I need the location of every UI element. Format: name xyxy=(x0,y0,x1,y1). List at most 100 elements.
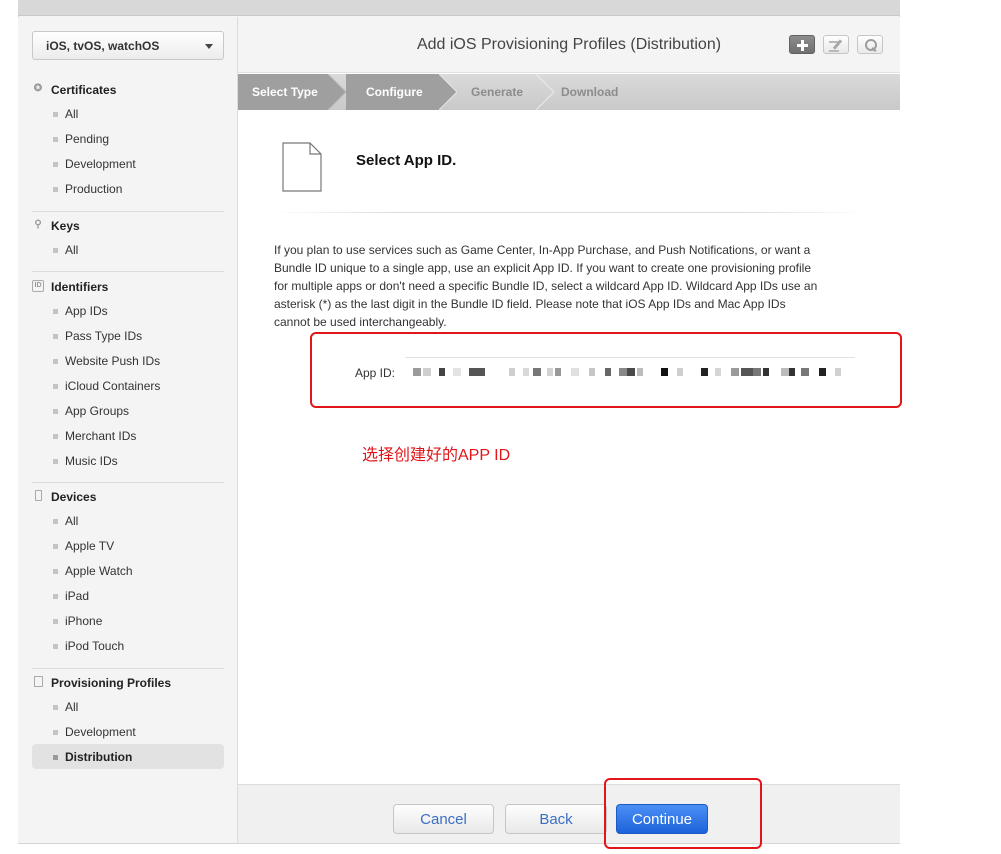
step-chevron-icon xyxy=(439,74,457,110)
bullet-icon xyxy=(53,544,58,549)
bullet-icon xyxy=(53,519,58,524)
sidebar-item-label: App IDs xyxy=(65,304,108,318)
sidebar-item-label: App Groups xyxy=(65,404,130,418)
section-heading: Select App ID. xyxy=(356,152,457,169)
sidebar-heading-devices: Devices xyxy=(32,486,224,508)
sidebar-item-label: Production xyxy=(65,182,123,196)
search-button[interactable] xyxy=(857,35,883,54)
sidebar-item-label: Apple Watch xyxy=(65,564,133,578)
sidebar-item-label: All xyxy=(65,514,79,528)
sidebar-divider xyxy=(32,211,224,212)
bullet-icon xyxy=(53,619,58,624)
sidebar-item-label: iPad xyxy=(65,589,90,603)
sidebar-section-identifiers: ID Identifiers App IDs Pass Type IDs Web… xyxy=(32,276,224,473)
sidebar-heading-label: Provisioning Profiles xyxy=(51,676,172,690)
document-icon xyxy=(32,676,44,688)
sidebar-item-app-ids[interactable]: App IDs xyxy=(32,298,224,323)
sidebar-heading-keys: ⚲ Keys xyxy=(32,215,224,237)
bullet-icon xyxy=(53,705,58,710)
main-panel: Add iOS Provisioning Profiles (Distribut… xyxy=(238,17,902,849)
sidebar-item-pending[interactable]: Pending xyxy=(32,126,224,151)
sidebar-item-label: Pending xyxy=(65,132,110,146)
step-select-type: Select Type xyxy=(238,74,328,110)
step-chevron-icon xyxy=(536,74,554,110)
sidebar: iOS, tvOS, watchOS ✪ Certificates All Pe… xyxy=(18,17,238,843)
sidebar-section-certificates: ✪ Certificates All Pending Development P… xyxy=(32,79,224,201)
annotation-highlight-box xyxy=(604,778,762,849)
sidebar-item-pass-type-ids[interactable]: Pass Type IDs xyxy=(32,323,224,348)
sidebar-item-icloud-containers[interactable]: iCloud Containers xyxy=(32,373,224,398)
sidebar-section-keys: ⚲ Keys All xyxy=(32,215,224,262)
bullet-icon xyxy=(53,248,58,253)
sidebar-item-distribution[interactable]: Distribution xyxy=(32,744,224,769)
sidebar-divider xyxy=(32,482,224,483)
sidebar-item-profiles-development[interactable]: Development xyxy=(32,719,224,744)
bullet-icon xyxy=(53,309,58,314)
sidebar-item-ipad[interactable]: iPad xyxy=(32,583,224,608)
sidebar-heading-label: Keys xyxy=(51,219,80,233)
sidebar-item-apple-watch[interactable]: Apple Watch xyxy=(32,558,224,583)
sidebar-section-devices: Devices All Apple TV Apple Watch iPad iP… xyxy=(32,486,224,658)
sidebar-item-label: All xyxy=(65,700,79,714)
platform-select-value: iOS, tvOS, watchOS xyxy=(46,39,160,53)
sidebar-item-website-push-ids[interactable]: Website Push IDs xyxy=(32,348,224,373)
step-chevron-icon xyxy=(328,74,346,110)
sidebar-item-label: Pass Type IDs xyxy=(65,329,143,343)
sidebar-item-label: Website Push IDs xyxy=(65,354,161,368)
bullet-icon xyxy=(53,569,58,574)
sidebar-item-label: Apple TV xyxy=(65,539,115,553)
description-text: If you plan to use services such as Game… xyxy=(274,243,818,329)
bullet-icon xyxy=(53,162,58,167)
sidebar-section-provisioning-profiles: Provisioning Profiles All Development Di… xyxy=(32,672,224,769)
step-generate: Generate xyxy=(471,85,524,99)
bullet-icon xyxy=(53,112,58,117)
platform-select[interactable]: iOS, tvOS, watchOS xyxy=(32,31,224,60)
sidebar-item-app-groups[interactable]: App Groups xyxy=(32,398,224,423)
sidebar-item-label: All xyxy=(65,243,79,257)
document-icon xyxy=(282,142,322,192)
sidebar-item-certificates-all[interactable]: All xyxy=(32,101,224,126)
sidebar-heading-label: Identifiers xyxy=(51,280,109,294)
id-card-icon: ID xyxy=(32,280,44,292)
sidebar-item-label: Merchant IDs xyxy=(65,429,137,443)
edit-button[interactable] xyxy=(823,35,849,54)
sidebar-item-label: iPod Touch xyxy=(65,639,125,653)
divider xyxy=(274,212,866,213)
device-icon xyxy=(32,490,44,502)
sidebar-item-label: Distribution xyxy=(65,750,133,764)
key-icon: ⚲ xyxy=(34,219,42,230)
sidebar-item-label: Music IDs xyxy=(65,454,118,468)
sidebar-item-keys-all[interactable]: All xyxy=(32,237,224,262)
bullet-icon xyxy=(53,594,58,599)
sidebar-item-production[interactable]: Production xyxy=(32,176,224,201)
bullet-icon xyxy=(53,755,58,760)
cancel-button[interactable]: Cancel xyxy=(393,804,494,834)
back-button[interactable]: Back xyxy=(505,804,607,834)
footer-bar: Cancel Back Continue xyxy=(238,784,900,843)
bullet-icon xyxy=(53,359,58,364)
sidebar-item-ipod-touch[interactable]: iPod Touch xyxy=(32,633,224,658)
sidebar-item-label: iPhone xyxy=(65,614,103,628)
sidebar-item-music-ids[interactable]: Music IDs xyxy=(32,448,224,473)
bullet-icon xyxy=(53,434,58,439)
sidebar-item-apple-tv[interactable]: Apple TV xyxy=(32,533,224,558)
title-bar: Add iOS Provisioning Profiles (Distribut… xyxy=(238,17,900,73)
step-download: Download xyxy=(561,85,619,99)
sidebar-item-iphone[interactable]: iPhone xyxy=(32,608,224,633)
bullet-icon xyxy=(53,730,58,735)
bullet-icon xyxy=(53,137,58,142)
sidebar-item-label: Development xyxy=(65,725,136,739)
sidebar-item-development[interactable]: Development xyxy=(32,151,224,176)
sidebar-item-devices-all[interactable]: All xyxy=(32,508,224,533)
sidebar-item-profiles-all[interactable]: All xyxy=(32,694,224,719)
sidebar-item-merchant-ids[interactable]: Merchant IDs xyxy=(32,423,224,448)
chevron-down-icon xyxy=(205,44,213,49)
add-button[interactable] xyxy=(789,35,815,54)
sidebar-heading-label: Certificates xyxy=(51,83,117,97)
browser-top-strip xyxy=(18,0,900,16)
annotation-highlight-box xyxy=(310,332,902,408)
sidebar-heading-certificates: ✪ Certificates xyxy=(32,79,224,101)
sidebar-heading-provisioning-profiles: Provisioning Profiles xyxy=(32,672,224,694)
bullet-icon xyxy=(53,384,58,389)
bullet-icon xyxy=(53,459,58,464)
